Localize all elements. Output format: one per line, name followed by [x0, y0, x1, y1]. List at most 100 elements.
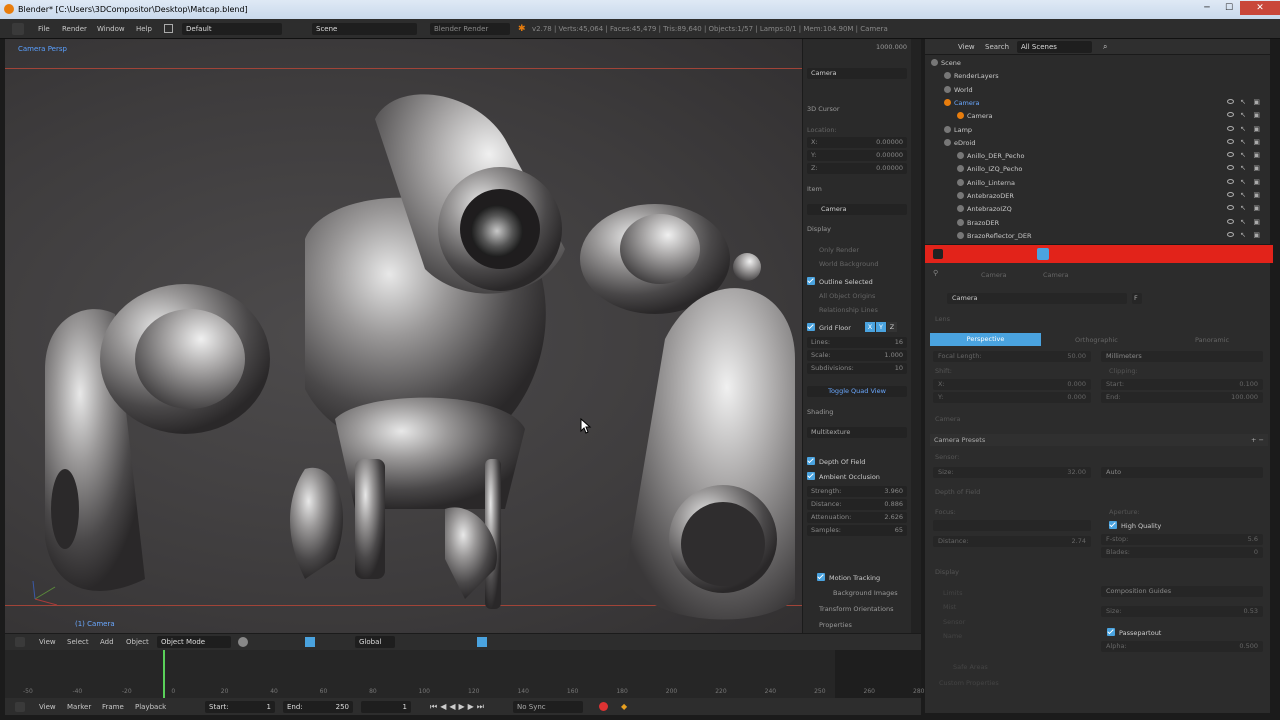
ao-check-icon[interactable] [807, 472, 815, 480]
end-frame-value[interactable]: 250 [336, 703, 349, 711]
clip-end-value[interactable]: 100.000 [1231, 392, 1258, 403]
selectability-cursor-icon[interactable]: ↖ [1240, 191, 1246, 199]
layer-icon[interactable] [477, 637, 487, 647]
shift-y-value[interactable]: 0.000 [1067, 392, 1086, 403]
lens-orthographic-tab[interactable]: Orthographic [1075, 336, 1118, 344]
sensor-checkbox[interactable]: Sensor [943, 618, 965, 626]
menu-render[interactable]: Render [62, 25, 87, 33]
transform-orientations-panel[interactable]: Transform Orientations [807, 605, 907, 613]
editor-type-icon[interactable] [15, 637, 25, 647]
selectability-cursor-icon[interactable]: ↖ [1240, 164, 1246, 172]
item-name-field[interactable]: Camera [807, 204, 907, 215]
record-button[interactable] [599, 702, 608, 711]
motion-tracking-check-icon[interactable] [817, 573, 825, 581]
editor-type-icon[interactable] [12, 23, 24, 35]
item-section-header[interactable]: Item [807, 185, 907, 193]
selectability-cursor-icon[interactable]: ↖ [1240, 111, 1246, 119]
render-engine-select[interactable]: Blender Render [430, 23, 510, 35]
selectability-cursor-icon[interactable]: ↖ [1240, 98, 1246, 106]
close-button[interactable]: ✕ [1240, 1, 1280, 15]
safe-areas-panel[interactable]: Safe Areas [953, 663, 988, 671]
outliner-view-menu[interactable]: View [958, 43, 975, 51]
grid-lines-value[interactable]: 16 [895, 337, 903, 348]
outliner-row[interactable]: AntebrazoDER ↖ ▣ [925, 189, 1270, 202]
relationship-lines-checkbox[interactable]: Relationship Lines [807, 306, 907, 314]
fstop-value[interactable]: 5.6 [1248, 534, 1258, 545]
display-section-header[interactable]: Display [807, 225, 907, 233]
selectability-cursor-icon[interactable]: ↖ [1240, 125, 1246, 133]
axis-y-toggle[interactable]: Y [876, 322, 886, 332]
visibility-eye-icon[interactable] [1227, 192, 1234, 197]
outliner-row[interactable]: eDroid ↖ ▣ [925, 136, 1270, 149]
alpha-value[interactable]: 0.500 [1239, 641, 1258, 652]
timeline[interactable] [5, 650, 921, 698]
camera-presets-menu[interactable]: Camera Presets + − [930, 434, 1268, 446]
sync-mode-select[interactable]: No Sync [513, 701, 583, 713]
viewport-scrollbar[interactable] [911, 39, 921, 633]
ao-attenuation-value[interactable]: 2.626 [884, 512, 903, 523]
blades-value[interactable]: 0 [1254, 547, 1258, 558]
display-size-value[interactable]: 0.53 [1244, 606, 1258, 617]
outliner-row[interactable]: Camera ↖ ▣ [925, 109, 1270, 122]
world-background-checkbox[interactable]: World Background [807, 260, 907, 268]
custom-properties-panel[interactable]: Custom Properties [939, 679, 999, 687]
cursor-z-value[interactable]: 0.00000 [876, 163, 903, 174]
selectability-cursor-icon[interactable]: ↖ [1240, 151, 1246, 159]
axis-z-toggle[interactable]: Z [887, 322, 897, 332]
focus-object-field[interactable] [933, 520, 1091, 531]
properties-panel[interactable]: Properties [807, 621, 907, 629]
only-render-checkbox[interactable]: Only Render [807, 246, 907, 254]
camera-data-tab-icon[interactable] [1037, 248, 1049, 260]
manipulator-icon[interactable] [305, 637, 315, 647]
renderability-camera-icon[interactable]: ▣ [1253, 231, 1260, 239]
3d-viewport[interactable]: Camera Persp (1) Camera [5, 39, 802, 633]
visibility-eye-icon[interactable] [1227, 152, 1234, 158]
interaction-mode-select[interactable]: Object Mode [157, 636, 231, 648]
lens-perspective-tab[interactable]: Perspective [930, 333, 1041, 346]
visibility-eye-icon[interactable] [1227, 231, 1234, 237]
tl-menu-frame[interactable]: Frame [102, 703, 124, 711]
transform-orientation-select[interactable]: Global [355, 636, 395, 648]
sensor-fit-select[interactable]: Auto [1101, 467, 1263, 478]
keyframe-icon[interactable]: ◆ [621, 702, 627, 711]
editor-type-icon[interactable] [15, 702, 25, 712]
outliner-row[interactable]: Camera ↖ ▣ [925, 96, 1270, 109]
outliner-row[interactable]: Anillo_Linterna ↖ ▣ [925, 176, 1270, 189]
limits-checkbox[interactable]: Limits [943, 589, 963, 597]
visibility-eye-icon[interactable] [1227, 138, 1234, 144]
grid-subdivisions-value[interactable]: 10 [895, 363, 903, 374]
lens-section-header[interactable]: Lens [935, 315, 950, 323]
composition-guides-menu[interactable]: Composition Guides [1101, 586, 1263, 597]
camera-section-header[interactable]: Camera [935, 415, 961, 423]
outliner-row[interactable]: Anillo_IZQ_Pecho ↖ ▣ [925, 162, 1270, 175]
cursor-y-value[interactable]: 0.00000 [876, 150, 903, 161]
display-section-header[interactable]: Display [935, 568, 959, 576]
renderability-camera-icon[interactable]: ▣ [1253, 138, 1260, 146]
search-icon[interactable]: ⌕ [1103, 42, 1107, 52]
vp-menu-select[interactable]: Select [67, 638, 89, 646]
selectability-cursor-icon[interactable]: ↖ [1240, 178, 1246, 186]
current-frame-field[interactable]: 1 [361, 701, 411, 713]
dof-distance-value[interactable]: 2.74 [1072, 536, 1086, 547]
lens-unit-select[interactable]: Millimeters [1101, 351, 1263, 362]
visibility-eye-icon[interactable] [1227, 125, 1234, 131]
visibility-eye-icon[interactable] [1227, 112, 1234, 118]
ao-samples-value[interactable]: 65 [895, 525, 903, 536]
grid-scale-value[interactable]: 1.000 [884, 350, 903, 361]
vp-menu-add[interactable]: Add [100, 638, 114, 646]
selectability-cursor-icon[interactable]: ↖ [1240, 231, 1246, 239]
visibility-eye-icon[interactable] [1227, 205, 1234, 211]
menu-file[interactable]: File [38, 25, 50, 33]
dof-section-header[interactable]: Depth of Field [935, 488, 980, 496]
focal-length-value[interactable]: 50.00 [1067, 351, 1086, 362]
add-remove-preset-icon[interactable]: + − [1251, 436, 1264, 444]
high-quality-check-icon[interactable] [1109, 521, 1117, 529]
ao-distance-value[interactable]: 0.886 [884, 499, 903, 510]
visibility-eye-icon[interactable] [1227, 98, 1234, 104]
outliner-row[interactable]: BrazoReflector_DER ↖ ▣ [925, 229, 1270, 242]
toggle-quad-view-button[interactable]: Toggle Quad View [807, 386, 907, 397]
renderability-camera-icon[interactable]: ▣ [1253, 204, 1260, 212]
outliner-row[interactable]: Lamp ↖ ▣ [925, 123, 1270, 136]
minimize-button[interactable]: ─ [1196, 1, 1218, 15]
screen-layout-icon[interactable] [164, 24, 173, 33]
